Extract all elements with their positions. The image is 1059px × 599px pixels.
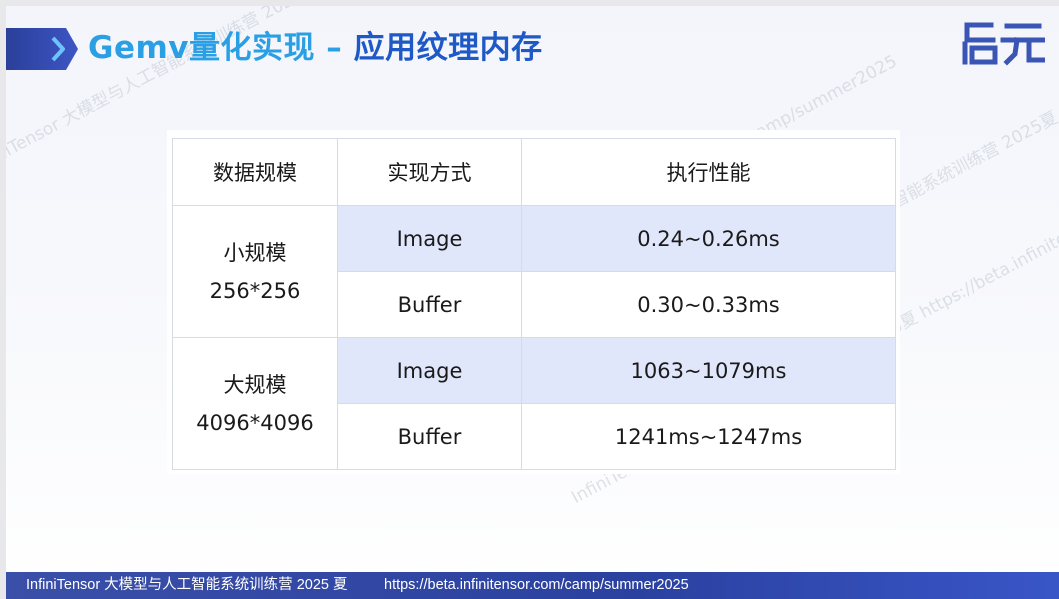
- slide: InfiniTensor 大模型与人工智能系统训练营 2025夏 https:/…: [6, 6, 1059, 599]
- method-cell: Buffer: [337, 403, 522, 470]
- table-row: 小规模 256*256 Image 0.24~0.26ms: [172, 205, 896, 338]
- performance-table: 数据规模 实现方式 执行性能 小规模 256*256 Image 0.24~0.…: [172, 138, 896, 470]
- header-performance: 执行性能: [521, 138, 896, 206]
- scale-name: 小规模: [223, 240, 287, 265]
- qiyuan-logo: [962, 22, 1045, 66]
- table-header-row: 数据规模 实现方式 执行性能: [172, 138, 896, 206]
- perf-cell: 1241ms~1247ms: [521, 403, 896, 470]
- scale-cell-small: 小规模 256*256: [172, 205, 338, 338]
- table-card: 数据规模 实现方式 执行性能 小规模 256*256 Image 0.24~0.…: [167, 130, 900, 474]
- title-suffix: 应用纹理内存: [353, 30, 543, 66]
- perf-cell: 0.30~0.33ms: [521, 271, 896, 338]
- perf-cell: 1063~1079ms: [521, 337, 896, 404]
- header-method: 实现方式: [337, 138, 522, 206]
- scale-cell-large: 大规模 4096*4096: [172, 337, 338, 470]
- method-cell: Image: [337, 205, 522, 272]
- footer-camp-name: InfiniTensor 大模型与人工智能系统训练营 2025 夏: [26, 577, 348, 593]
- header-data-scale: 数据规模: [172, 138, 338, 206]
- page-title: Gemv量化实现 – 应用纹理内存: [88, 26, 543, 70]
- perf-cell: 0.24~0.26ms: [521, 205, 896, 272]
- header-band: [6, 28, 78, 70]
- table-row: 大规模 4096*4096 Image 1063~1079ms: [172, 337, 896, 470]
- title-prefix: Gemv量化实现 –: [88, 30, 354, 66]
- chevron-right-icon: [51, 36, 65, 62]
- scale-size: 256*256: [209, 278, 301, 303]
- scale-name: 大规模: [223, 372, 287, 397]
- footer-url: https://beta.infinitensor.com/camp/summe…: [384, 577, 689, 593]
- method-cell: Buffer: [337, 271, 522, 338]
- method-cell: Image: [337, 337, 522, 404]
- footer-bar: InfiniTensor 大模型与人工智能系统训练营 2025 夏 https:…: [6, 572, 1059, 599]
- scale-size: 4096*4096: [196, 410, 314, 435]
